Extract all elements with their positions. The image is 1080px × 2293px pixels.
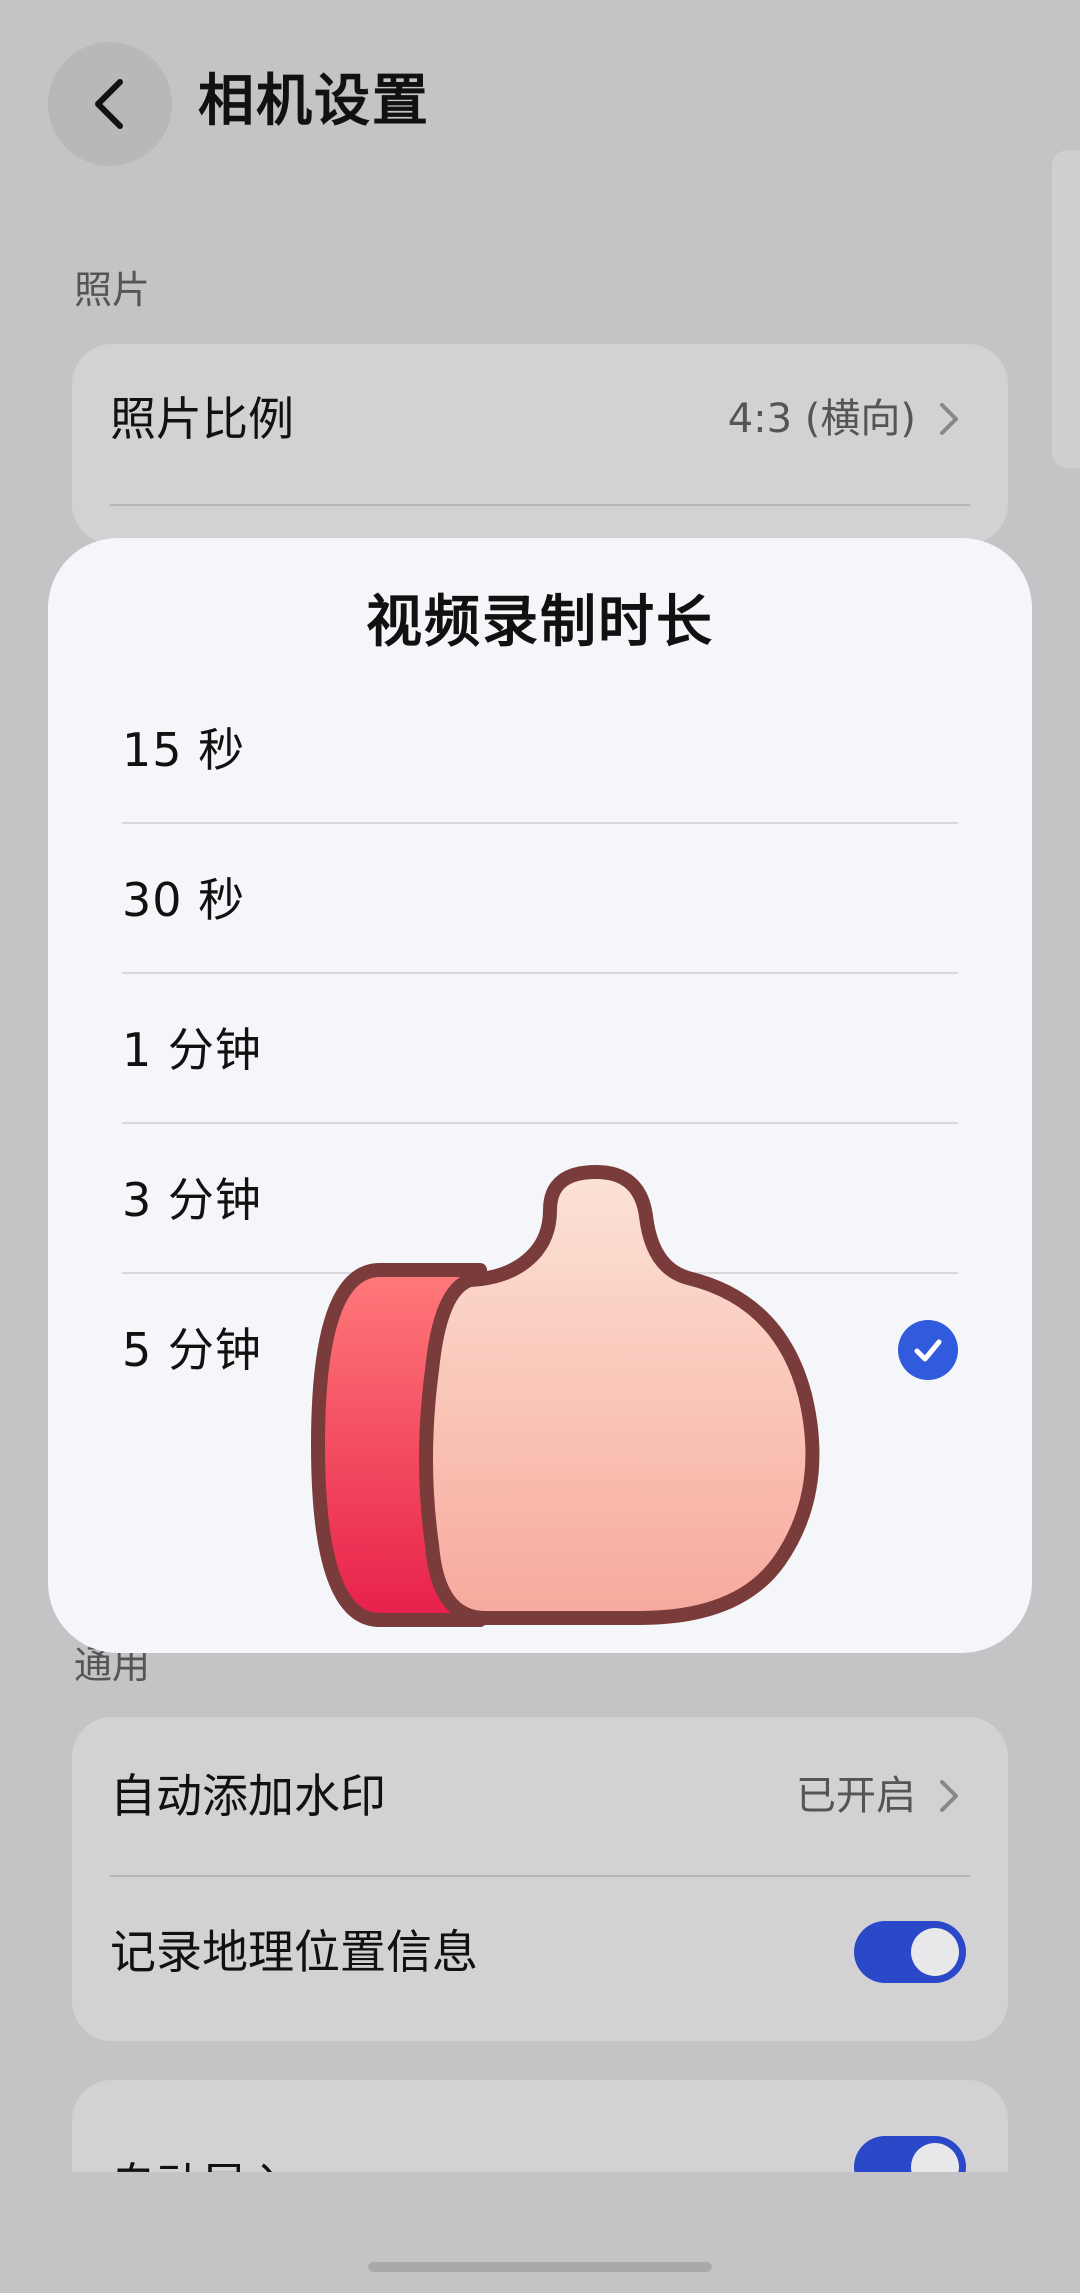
bottom-area <box>0 2172 1080 2293</box>
option-1min[interactable]: 1 分钟 <box>122 976 958 1124</box>
option-divider <box>122 822 958 824</box>
option-label: 1 分钟 <box>122 1023 262 1077</box>
location-row: 记录地理位置信息 <box>72 1877 1008 2027</box>
toggle-knob <box>911 1928 959 1976</box>
option-label: 5 分钟 <box>122 1323 262 1377</box>
section-label-photo: 照片 <box>74 268 151 312</box>
photo-ratio-label: 照片比例 <box>110 392 294 446</box>
option-divider <box>122 972 958 974</box>
option-label: 30 秒 <box>122 873 246 927</box>
chevron-right-icon <box>940 403 958 435</box>
location-toggle[interactable] <box>854 1921 966 1983</box>
photo-ratio-row[interactable]: 照片比例 4:3 (横向) <box>72 344 1008 494</box>
chevron-left-icon <box>95 79 123 129</box>
page-title: 相机设置 <box>198 69 430 134</box>
back-button[interactable] <box>48 42 172 166</box>
top-bar: 相机设置 <box>0 0 1080 200</box>
photo-settings-card: 照片比例 4:3 (横向) <box>72 344 1008 544</box>
row-divider <box>110 504 970 506</box>
location-label: 记录地理位置信息 <box>110 1925 478 1979</box>
option-divider <box>122 1122 958 1124</box>
option-label: 3 分钟 <box>122 1173 262 1227</box>
check-circle-icon <box>898 1320 958 1380</box>
option-label: 15 秒 <box>122 723 246 777</box>
chevron-right-icon <box>940 1780 958 1812</box>
option-15s[interactable] <box>122 538 958 686</box>
thumbs-up-icon <box>311 1165 820 1627</box>
watermark-row[interactable]: 自动添加水印 已开启 <box>72 1721 1008 1871</box>
option-15s[interactable]: 15 秒 <box>122 676 958 824</box>
option-30s[interactable]: 30 秒 <box>122 826 958 974</box>
home-indicator[interactable] <box>368 2262 712 2272</box>
watermark-value: 已开启 <box>796 1773 916 1819</box>
scrollbar-thumb[interactable] <box>1052 150 1080 468</box>
photo-ratio-value: 4:3 (横向) <box>727 396 916 442</box>
general-settings-card: 自动添加水印 已开启 记录地理位置信息 <box>72 1717 1008 2041</box>
watermark-label: 自动添加水印 <box>110 1769 386 1823</box>
